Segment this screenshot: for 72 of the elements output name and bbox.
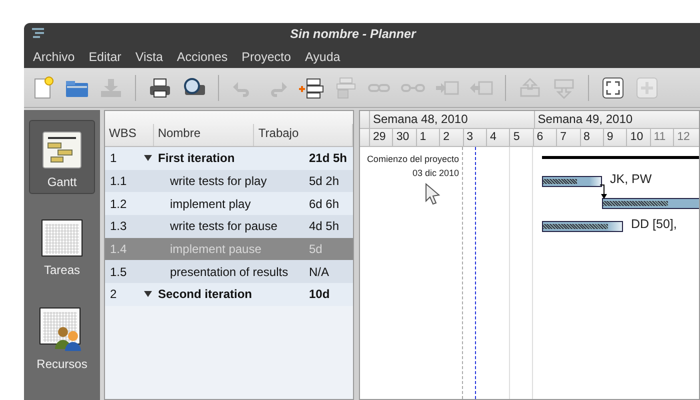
menu-item[interactable]: Acciones: [170, 50, 235, 64]
day-header: 6: [532, 129, 556, 146]
day-header: 12: [673, 129, 696, 146]
task-row[interactable]: 1.5 presentation of results N/A: [105, 260, 353, 284]
work-cell: 5d: [309, 242, 322, 256]
day-header: 30: [392, 129, 416, 146]
resource-label: DD [50],: [631, 217, 677, 232]
task-row[interactable]: 1.3 write tests for pause 4d 5h: [105, 215, 353, 238]
day-header: 3: [462, 129, 486, 146]
task-row[interactable]: 1.1 write tests for play 5d 2h: [105, 170, 353, 192]
wbs-cell: 1.1: [110, 174, 127, 188]
day-header: 11: [650, 129, 674, 146]
day-header: 1: [416, 129, 440, 146]
task-name: write tests for play: [170, 174, 267, 188]
work-cell: 4d 5h: [309, 219, 340, 234]
wbs-cell: 1.3: [110, 219, 127, 234]
task-row[interactable]: 1 First iteration 21d 5h: [105, 147, 353, 170]
task-name: presentation of results: [170, 264, 288, 279]
day-header: 2: [439, 129, 463, 146]
wbs-cell: 1.4: [110, 242, 127, 256]
project-start-label: Comienzo del proyecto 03 dic 2010: [366, 153, 459, 180]
mouse-pointer-icon: [425, 183, 441, 205]
day-header: 9: [602, 129, 626, 146]
task-row[interactable]: 2 Second iteration 10d: [105, 283, 353, 306]
column-header[interactable]: Nombre: [154, 124, 254, 146]
column-header[interactable]: WBS: [105, 124, 154, 146]
task-name: First iteration: [158, 151, 235, 166]
view-button[interactable]: Gantt: [29, 120, 95, 194]
app-menu-icon[interactable]: [32, 28, 46, 40]
spreadsheet-icon: [41, 219, 83, 257]
menu-item[interactable]: Archivo: [26, 50, 82, 64]
menu-item[interactable]: Proyecto: [234, 50, 298, 64]
window-title: Sin nombre - Planner: [289, 27, 418, 41]
insert-task-icon[interactable]: [298, 76, 324, 100]
day-header: 8: [580, 129, 603, 146]
week-header: Semana 48, 2010: [369, 111, 534, 128]
zoom-fit-icon[interactable]: [600, 76, 626, 100]
task-bar[interactable]: [542, 176, 602, 187]
task-name: implement play: [170, 196, 251, 211]
view-button[interactable]: Tareas: [29, 208, 95, 282]
day-header: 7: [556, 129, 580, 146]
task-bar[interactable]: [542, 221, 623, 232]
wbs-cell: 2: [110, 287, 117, 302]
day-header: 10: [626, 129, 650, 146]
work-cell: 5d 2h: [309, 174, 340, 188]
column-header[interactable]: Trabajo: [254, 124, 353, 146]
dependency-arrow: [600, 184, 608, 200]
gantt-chart-icon: [42, 131, 82, 169]
expander-icon[interactable]: [144, 291, 152, 298]
day-header: 4: [486, 129, 510, 146]
work-cell: N/A: [309, 264, 330, 279]
task-bar[interactable]: [602, 198, 699, 210]
menu-item[interactable]: Vista: [128, 50, 170, 64]
wbs-cell: 1.2: [110, 196, 127, 211]
wbs-cell: 1.5: [110, 264, 127, 279]
day-header: 5: [509, 129, 533, 146]
work-cell: 10d: [309, 287, 330, 302]
task-name: write tests for pause: [170, 219, 278, 234]
print-icon[interactable]: [147, 76, 173, 100]
menu-item[interactable]: Ayuda: [298, 50, 348, 64]
work-cell: 6d 6h: [309, 196, 340, 211]
week-header: Semana 49, 2010: [534, 111, 633, 128]
task-name: Second iteration: [158, 287, 252, 302]
task-name: implement pause: [170, 242, 262, 256]
expander-icon[interactable]: [144, 155, 152, 162]
wbs-cell: 1: [110, 151, 117, 166]
menu-item[interactable]: Editar: [82, 50, 128, 64]
work-cell: 21d 5h: [309, 151, 348, 166]
task-row[interactable]: 1.2 implement play 6d 6h: [105, 192, 353, 216]
view-button[interactable]: Recursos: [29, 296, 95, 376]
day-header: 29: [369, 129, 392, 146]
resource-label: JK, PW: [610, 172, 652, 186]
